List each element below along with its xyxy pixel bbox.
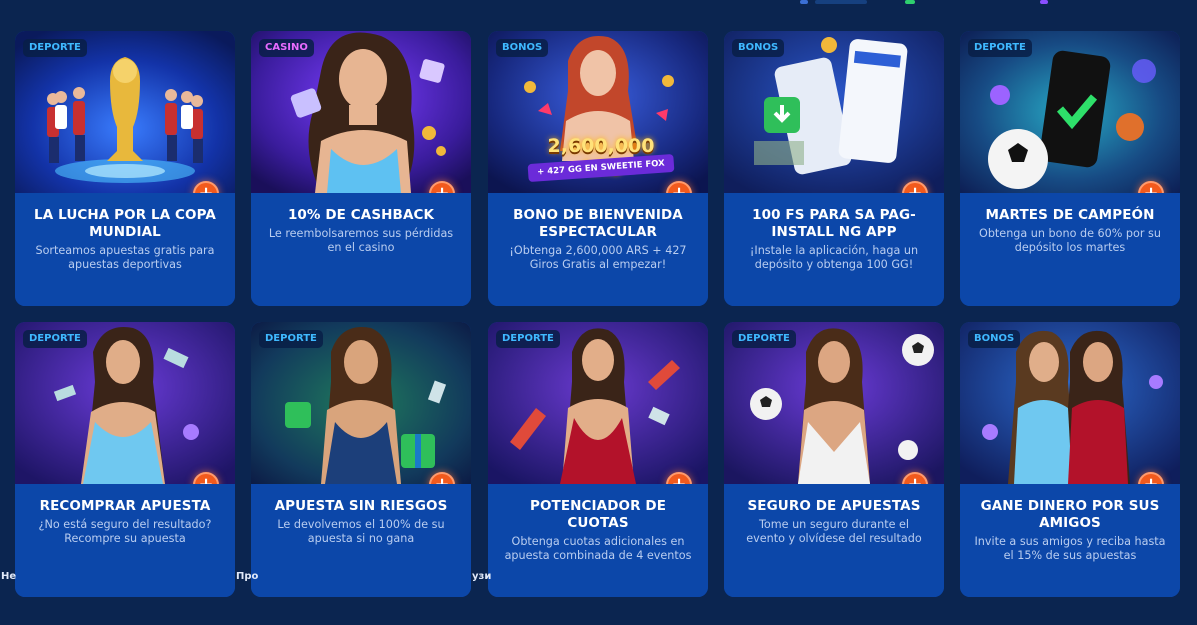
promo-title: 100 FS PARA SA PAG-INSTALL NG APP: [752, 207, 916, 240]
promotions-page: DEPORTE + LA LUCHA POR LA COPA MUNDIAL S…: [0, 0, 1197, 625]
category-tag: DEPORTE: [496, 330, 560, 348]
category-tag: DEPORTE: [968, 39, 1032, 57]
promo-card[interactable]: BONOS + 100 FS PARA SA PAG-INSTALL NG AP…: [724, 31, 944, 306]
category-tag: DEPORTE: [732, 330, 796, 348]
footer-link[interactable]: узи: [472, 571, 491, 582]
top-navigation-strip: [0, 0, 1197, 8]
promo-card[interactable]: DEPORTE + RECOMPRAR APUESTA ¿No está seg…: [15, 322, 235, 597]
promo-card-body: 10% DE CASHBACK Le reembolsaremos sus pé…: [251, 193, 471, 306]
promo-card[interactable]: DEPORTE + POTENCIADOR DE CUOTAS Obtenga …: [488, 322, 708, 597]
footer-link[interactable]: Про: [236, 571, 258, 582]
promo-title: 10% DE CASHBACK: [287, 207, 435, 223]
promo-card-body: 100 FS PARA SA PAG-INSTALL NG APP ¡Insta…: [724, 193, 944, 306]
nav-indicator-icon: [800, 0, 808, 4]
promo-description: Obtenga un bono de 60% por su depósito l…: [979, 227, 1161, 254]
promo-description: ¿No está seguro del resultado? Recompre …: [38, 518, 212, 545]
nav-tab-icon[interactable]: [815, 0, 867, 4]
promo-description: ¡Instale la aplicación, haga un depósito…: [749, 244, 919, 271]
promo-title: MARTES DE CAMPEÓN: [985, 207, 1155, 223]
promo-card-body: POTENCIADOR DE CUOTAS Obtenga cuotas adi…: [488, 484, 708, 597]
promo-card[interactable]: DEPORTE + LA LUCHA POR LA COPA MUNDIAL S…: [15, 31, 235, 306]
promo-card-body: LA LUCHA POR LA COPA MUNDIAL Sorteamos a…: [15, 193, 235, 306]
nav-badge-icon: [1040, 0, 1048, 4]
promo-card-body: APUESTA SIN RIESGOS Le devolvemos el 100…: [251, 484, 471, 597]
promo-description: Le reembolsaremos sus pérdidas en el cas…: [268, 227, 454, 254]
promo-description: Tome un seguro durante el evento y olvíd…: [746, 518, 922, 545]
category-tag: DEPORTE: [259, 330, 323, 348]
promo-description: Invite a sus amigos y reciba hasta el 15…: [974, 535, 1166, 562]
promo-title: SEGURO DE APUESTAS: [747, 498, 921, 514]
category-tag: DEPORTE: [23, 330, 87, 348]
promo-card-body: MARTES DE CAMPEÓN Obtenga un bono de 60%…: [960, 193, 1180, 306]
promo-card-body: BONO DE BIENVENIDA ESPECTACULAR ¡Obtenga…: [488, 193, 708, 306]
promo-card[interactable]: DEPORTE + SEGURO DE APUESTAS Tome un seg…: [724, 322, 944, 597]
category-tag: BONOS: [496, 39, 549, 57]
promo-title: POTENCIADOR DE CUOTAS: [529, 498, 667, 531]
promo-card-body: GANE DINERO POR SUS AMIGOS Invite a sus …: [960, 484, 1180, 597]
promo-title: GANE DINERO POR SUS AMIGOS: [980, 498, 1160, 531]
promo-card[interactable]: DEPORTE + APUESTA SIN RIESGOS Le devolve…: [251, 322, 471, 597]
promo-card-body: SEGURO DE APUESTAS Tome un seguro durant…: [724, 484, 944, 597]
promo-title: RECOMPRAR APUESTA: [39, 498, 211, 514]
promo-description: Le devolvemos el 100% de su apuesta si n…: [277, 518, 445, 545]
promo-card[interactable]: 2,600,000 ARS + 427 GG EN SWEETIE FOX BO…: [488, 31, 708, 306]
promo-description: Sorteamos apuestas gratis para apuestas …: [35, 244, 215, 271]
promo-description: ¡Obtenga 2,600,000 ARS + 427 Giros Grati…: [509, 244, 687, 271]
promo-title: BONO DE BIENVENIDA ESPECTACULAR: [513, 207, 683, 240]
promo-title: LA LUCHA POR LA COPA MUNDIAL: [34, 207, 216, 240]
nav-status-icon: [905, 0, 915, 4]
footer-link[interactable]: Не: [1, 571, 16, 582]
promo-card[interactable]: BONOS + GANE DINERO POR SUS AMIGOS Invit…: [960, 322, 1180, 597]
promo-card[interactable]: CASINO + 10% DE CASHBACK Le reembolsarem…: [251, 31, 471, 306]
promo-title: APUESTA SIN RIESGOS: [274, 498, 448, 514]
category-tag: DEPORTE: [23, 39, 87, 57]
category-tag: BONOS: [732, 39, 785, 57]
promo-description: Obtenga cuotas adicionales en apuesta co…: [504, 535, 692, 562]
category-tag: CASINO: [259, 39, 314, 57]
promo-card[interactable]: DEPORTE + MARTES DE CAMPEÓN Obtenga un b…: [960, 31, 1180, 306]
category-tag: BONOS: [968, 330, 1021, 348]
promo-card-body: RECOMPRAR APUESTA ¿No está seguro del re…: [15, 484, 235, 597]
